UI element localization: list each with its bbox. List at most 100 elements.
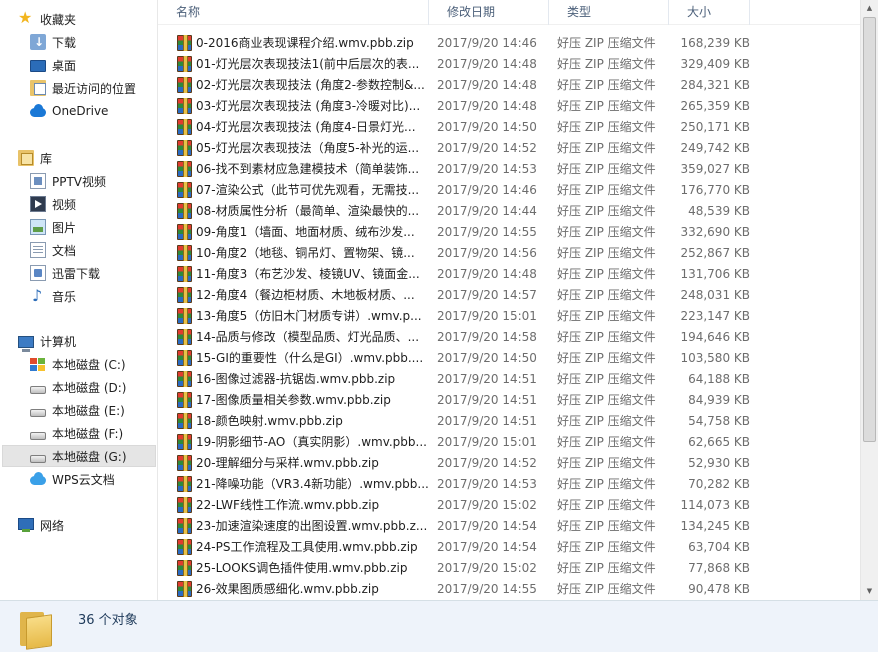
file-date: 2017/9/20 14:48	[437, 98, 537, 113]
file-name-cell: 17-图像质量相关参数.wmv.pbb.zip	[158, 391, 429, 408]
file-row[interactable]: 18-颜色映射.wmv.pbb.zip 2017/9/20 14:51 好压 ZIP…	[158, 410, 860, 431]
column-name[interactable]: 名称	[158, 0, 429, 25]
file-row[interactable]: 07-渲染公式（此节可优先观看，无需技... 2017/9/20 14:46 好压 …	[158, 179, 860, 200]
file-row[interactable]: 06-找不到素材应急建模技术（简单装饰... 2017/9/20 14:53 好压 …	[158, 158, 860, 179]
file-row[interactable]: 02-灯光层次表现技法 (角度2-参数控制&... 2017/9/20 14:48…	[158, 74, 860, 95]
file-name: 23-加速渲染速度的出图设置.wmv.pbb.z...	[196, 519, 428, 533]
nav-drive-f[interactable]: 本地磁盘 (F:)	[30, 422, 123, 444]
file-type: 好压 ZIP 压缩文件	[557, 414, 656, 428]
file-row[interactable]: 0-2016商业表现课程介绍.wmv.pbb.zip 2017/9/20 14:4…	[158, 32, 860, 53]
desktop-icon	[30, 60, 46, 72]
nav-item-pptv[interactable]: PPTV视频	[30, 170, 106, 192]
file-date: 2017/9/20 14:57	[437, 287, 537, 302]
nav-drive-e[interactable]: 本地磁盘 (E:)	[30, 399, 125, 421]
file-row[interactable]: 25-LOOKS调色插件使用.wmv.pbb.zip 2017/9/20 15:0…	[158, 557, 860, 578]
file-type: 好压 ZIP 压缩文件	[557, 393, 656, 407]
zip-archive-icon	[177, 181, 192, 198]
file-type: 好压 ZIP 压缩文件	[557, 120, 656, 134]
scroll-down-arrow-icon[interactable]: ▼	[861, 583, 878, 600]
file-name-cell: 24-PS工作流程及工具使用.wmv.pbb.zip	[158, 538, 429, 555]
file-row[interactable]: 14-品质与修改（模型品质、灯光品质、... 2017/9/20 14:58 好压 …	[158, 326, 860, 347]
file-name: 15-GI的重要性（什么是GI）.wmv.pbb....	[196, 351, 424, 365]
file-row[interactable]: 23-加速渲染速度的出图设置.wmv.pbb.z... 2017/9/20 14:…	[158, 515, 860, 536]
file-name: 22-LWF线性工作流.wmv.pbb.zip	[196, 498, 380, 512]
file-row[interactable]: 05-灯光层次表现技法（角度5-补光的运... 2017/9/20 14:52 好压…	[158, 137, 860, 158]
file-row[interactable]: 21-降噪功能（VR3.4新功能）.wmv.pbb... 2017/9/20 14…	[158, 473, 860, 494]
file-row[interactable]: 26-效果图质感细化.wmv.pbb.zip 2017/9/20 14:55 好压 …	[158, 578, 860, 599]
nav-item-documents[interactable]: 文档	[30, 239, 76, 261]
nav-item-pictures[interactable]: 图片	[30, 216, 76, 238]
file-type: 好压 ZIP 压缩文件	[557, 456, 656, 470]
hard-drive-icon	[30, 408, 46, 417]
thunder-download-icon	[30, 265, 46, 281]
file-row[interactable]: 19-阴影细节-AO（真实阴影）.wmv.pbb... 2017/9/20 15:…	[158, 431, 860, 452]
star-icon	[18, 10, 34, 27]
file-row[interactable]: 03-灯光层次表现技法 (角度3-冷暖对比)... 2017/9/20 14:48…	[158, 95, 860, 116]
nav-item-label: 视频	[52, 197, 77, 212]
file-size: 90,478 KB	[688, 581, 750, 596]
file-name: 04-灯光层次表现技法 (角度4-日景灯光...	[196, 120, 416, 134]
file-row[interactable]: 10-角度2（地毯、铜吊灯、置物架、镜... 2017/9/20 14:56 好压 …	[158, 242, 860, 263]
nav-drive-d[interactable]: 本地磁盘 (D:)	[30, 376, 126, 398]
nav-item-recent[interactable]: 最近访问的位置	[30, 77, 136, 99]
file-row[interactable]: 22-LWF线性工作流.wmv.pbb.zip 2017/9/20 15:02 好压…	[158, 494, 860, 515]
file-date: 2017/9/20 14:50	[437, 350, 537, 365]
file-row[interactable]: 13-角度5（仿旧木门材质专讲）.wmv.p... 2017/9/20 15:01…	[158, 305, 860, 326]
file-row[interactable]: 24-PS工作流程及工具使用.wmv.pbb.zip 2017/9/20 14:5…	[158, 536, 860, 557]
file-row[interactable]: 16-图像过滤器-抗锯齿.wmv.pbb.zip 2017/9/20 14:51 好…	[158, 368, 860, 389]
file-size: 63,704 KB	[688, 539, 750, 554]
file-row[interactable]: 08-材质属性分析（最简单、渲染最快的... 2017/9/20 14:44 好压 …	[158, 200, 860, 221]
nav-network[interactable]: 网络	[18, 514, 64, 536]
file-name-cell: 11-角度3（布艺沙发、棱镜UV、镜面金...	[158, 265, 429, 282]
file-date: 2017/9/20 14:51	[437, 413, 537, 428]
file-name: 20-理解细分与采样.wmv.pbb.zip	[196, 456, 379, 470]
column-size[interactable]: 大小	[669, 0, 750, 25]
file-row[interactable]: 12-角度4（餐边柜材质、木地板材质、... 2017/9/20 14:57 好压 …	[158, 284, 860, 305]
nav-item-music[interactable]: 音乐	[30, 285, 76, 307]
file-row[interactable]: 15-GI的重要性（什么是GI）.wmv.pbb.... 2017/9/20 14…	[158, 347, 860, 368]
nav-drive-g[interactable]: 本地磁盘 (G:)	[2, 445, 156, 467]
file-date: 2017/9/20 14:48	[437, 266, 537, 281]
zip-archive-icon	[177, 265, 192, 282]
scrollbar-thumb[interactable]	[863, 17, 876, 442]
scroll-up-arrow-icon[interactable]: ▲	[861, 0, 878, 17]
file-row[interactable]: 17-图像质量相关参数.wmv.pbb.zip 2017/9/20 14:51 好压…	[158, 389, 860, 410]
nav-item-onedrive[interactable]: OneDrive	[30, 100, 108, 122]
nav-item-desktop[interactable]: 桌面	[30, 54, 76, 76]
nav-item-label: 音乐	[52, 289, 77, 304]
file-name: 12-角度4（餐边柜材质、木地板材质、...	[196, 288, 415, 302]
zip-archive-icon	[177, 349, 192, 366]
pptv-library-icon	[30, 173, 46, 189]
nav-item-wps-cloud[interactable]: WPS云文档	[30, 468, 115, 490]
file-size: 48,539 KB	[688, 203, 750, 218]
nav-computer[interactable]: 计算机	[18, 330, 76, 352]
file-row[interactable]: 01-灯光层次表现技法1(前中后层次的表... 2017/9/20 14:48 好压…	[158, 53, 860, 74]
nav-item-downloads[interactable]: 下载	[30, 31, 76, 53]
file-date: 2017/9/20 15:02	[437, 560, 537, 575]
file-row[interactable]: 20-理解细分与采样.wmv.pbb.zip 2017/9/20 14:52 好压 …	[158, 452, 860, 473]
file-row[interactable]: 04-灯光层次表现技法 (角度4-日景灯光... 2017/9/20 14:50 好…	[158, 116, 860, 137]
nav-item-videos[interactable]: 视频	[30, 193, 76, 215]
file-size: 194,646 KB	[680, 329, 750, 344]
file-name: 25-LOOKS调色插件使用.wmv.pbb.zip	[196, 561, 408, 575]
vertical-scrollbar[interactable]: ▲ ▼	[860, 0, 878, 600]
file-name: 16-图像过滤器-抗锯齿.wmv.pbb.zip	[196, 372, 396, 386]
file-name: 02-灯光层次表现技法 (角度2-参数控制&...	[196, 78, 425, 92]
file-type: 好压 ZIP 压缩文件	[557, 99, 656, 113]
file-name: 26-效果图质感细化.wmv.pbb.zip	[196, 582, 379, 596]
nav-libraries[interactable]: 库	[18, 147, 52, 169]
file-name: 18-颜色映射.wmv.pbb.zip	[196, 414, 343, 428]
file-row[interactable]: 09-角度1（墙面、地面材质、绒布沙发... 2017/9/20 14:55 好压 …	[158, 221, 860, 242]
file-row[interactable]: 11-角度3（布艺沙发、棱镜UV、镜面金... 2017/9/20 14:48 好压…	[158, 263, 860, 284]
column-date[interactable]: 修改日期	[429, 0, 549, 25]
nav-favorites[interactable]: 收藏夹	[18, 8, 76, 30]
file-date: 2017/9/20 15:01	[437, 434, 537, 449]
nav-item-thunder[interactable]: 迅雷下载	[30, 262, 100, 284]
zip-archive-icon	[177, 244, 192, 261]
music-note-icon	[30, 288, 46, 304]
file-rows: 0-2016商业表现课程介绍.wmv.pbb.zip 2017/9/20 14:4…	[158, 32, 860, 599]
nav-drive-c[interactable]: 本地磁盘 (C:)	[30, 353, 126, 375]
file-size: 223,147 KB	[680, 308, 750, 323]
file-size: 52,930 KB	[688, 455, 750, 470]
column-type[interactable]: 类型	[549, 0, 669, 25]
